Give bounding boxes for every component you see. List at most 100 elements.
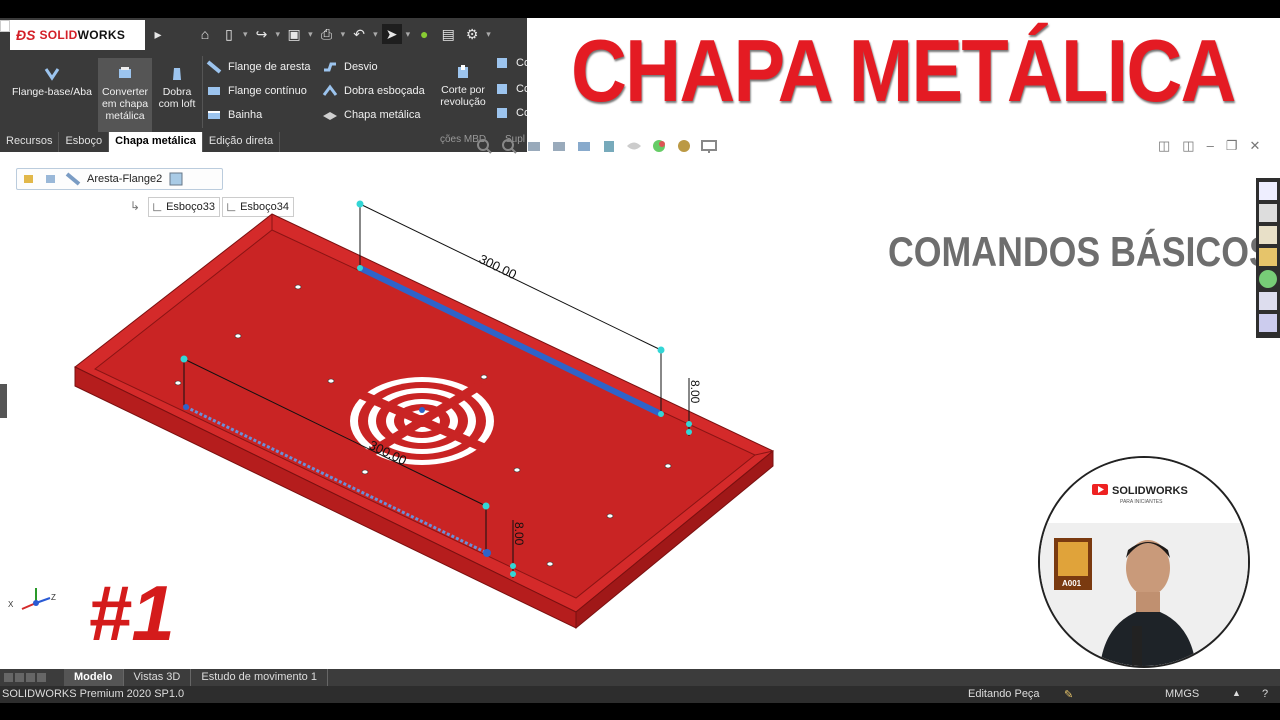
gear-icon[interactable]: ⚙ [462, 24, 482, 44]
lofted-bend-label-1: Dobra [162, 86, 192, 98]
sheet-metal-icon [323, 112, 337, 120]
tab-vistas-3d[interactable]: Vistas 3D [124, 669, 192, 686]
microphone-icon [1132, 626, 1142, 666]
dim-top-height[interactable]: 8.00 [688, 380, 702, 404]
edge-flange-button[interactable]: Flange de aresta [206, 60, 311, 74]
resources-home-icon[interactable] [1259, 182, 1277, 200]
logo-text-a: SOLID [39, 28, 78, 42]
convert-label-2: em chapa [101, 98, 149, 110]
bottom-black-strip [0, 703, 1280, 720]
status-mode: Editando Peça [968, 688, 1040, 700]
miter-flange-button[interactable]: Flange contínuo [206, 84, 307, 98]
episode-number: #1 [88, 569, 175, 657]
base-flange-button[interactable]: Flange-base/Aba [8, 66, 96, 98]
save-icon[interactable]: ▣ [284, 24, 304, 44]
revolved-cut-icon [458, 65, 468, 78]
custom-properties-icon[interactable] [1259, 292, 1277, 310]
logo-text-b: WORKS [77, 28, 126, 42]
select-arrow-icon[interactable]: ➤ [381, 24, 402, 44]
lofted-bend-button[interactable]: Dobra com loft [154, 66, 200, 110]
sketched-bend-icon [322, 84, 338, 96]
units-dropdown-icon[interactable]: ▲ [1232, 688, 1241, 698]
ribbon-divider [202, 56, 203, 128]
channel-name: SOLIDWORKS [1112, 485, 1188, 497]
sketched-bend-button[interactable]: Dobra esboçada [322, 84, 425, 98]
design-library-icon[interactable] [1259, 204, 1277, 222]
corner-icon-2 [497, 84, 507, 94]
top-black-strip [0, 0, 1280, 18]
expand-menu-icon[interactable]: ▸ [148, 22, 168, 46]
coordinate-triad: X Z [8, 588, 56, 610]
traffic-light-icon[interactable]: ● [414, 24, 434, 44]
edge-flange-label: Flange de aresta [228, 61, 311, 73]
tab-chapa-metalica[interactable]: Chapa metálica [109, 132, 203, 152]
hem-icon [208, 111, 220, 119]
convert-label-1: Converter [101, 86, 149, 98]
edge-flange-icon [206, 60, 222, 74]
revolved-cut-label-1: Corte por [441, 84, 485, 96]
help-icon[interactable]: ? [1262, 688, 1268, 700]
tab-esboco[interactable]: Esboço [59, 132, 110, 152]
video-title: CHAPA METÁLICA [571, 21, 1236, 120]
partial-tool-2[interactable]: Co [494, 82, 530, 96]
base-flange-icon [44, 68, 60, 81]
new-document-icon[interactable]: ▯ [219, 24, 239, 44]
bottom-tab-bar: Modelo Vistas 3D Estudo de movimento 1 [0, 669, 1280, 686]
revolved-cut-button[interactable]: Corte por revolução [436, 64, 490, 108]
tab-estudo-movimento[interactable]: Estudo de movimento 1 [191, 669, 328, 686]
feature-manager-collapse-tab[interactable] [0, 384, 7, 418]
file-explorer-icon[interactable] [1259, 226, 1277, 244]
home-icon[interactable]: ⌂ [195, 24, 215, 44]
miter-flange-icon [208, 87, 220, 95]
window-restore-icon[interactable] [0, 20, 10, 32]
channel-tagline: PARA INICIANTES [1120, 499, 1163, 505]
status-bar: SOLIDWORKS Premium 2020 SP1.0 Editando P… [0, 686, 1280, 703]
quick-access-toolbar: ⌂ ▯ ▾ ↪ ▾ ▣ ▾ ⎙ ▾ ↶ ▾ ➤ ▾ ● ▤ ⚙ ▾ [195, 22, 491, 46]
corner-icon-3 [497, 108, 507, 118]
tab-recursos[interactable]: Recursos [0, 132, 60, 152]
view-palette-icon[interactable] [1259, 248, 1277, 266]
triad-x-label: X [8, 600, 14, 609]
partial-tool-1[interactable]: Co [494, 56, 530, 70]
jog-icon [324, 62, 336, 72]
tab-edicao-direta[interactable]: Edição direta [203, 132, 281, 152]
file-properties-icon[interactable]: ▤ [438, 24, 458, 44]
status-units[interactable]: MMGS [1165, 688, 1199, 700]
triad-z-label: Z [51, 593, 56, 602]
open-icon[interactable]: ↪ [252, 24, 272, 44]
task-pane-tabs [1256, 178, 1280, 338]
sheet-metal-label: Chapa metálica [344, 109, 421, 121]
convert-sheet-metal-button[interactable]: Converter em chapa metálica [98, 58, 152, 136]
presenter-avatar: SOLIDWORKS PARA INICIANTES A001 [1038, 456, 1250, 668]
print-icon[interactable]: ⎙ [317, 24, 337, 44]
hem-label: Bainha [228, 109, 263, 121]
appearances-icon[interactable] [1259, 270, 1277, 288]
ds-logo-icon: ƉS [16, 27, 36, 43]
corner-icon [497, 58, 507, 68]
jog-button[interactable]: Desvio [322, 60, 378, 74]
undo-icon[interactable]: ↶ [349, 24, 369, 44]
tab-modelo[interactable]: Modelo [64, 669, 124, 686]
presenter-photo: SOLIDWORKS PARA INICIANTES A001 [1040, 458, 1248, 666]
dim-top-length[interactable]: 300.00 [477, 251, 519, 282]
rebuild-icon[interactable]: ✎ [1064, 688, 1073, 701]
hem-button[interactable]: Bainha [206, 108, 262, 122]
lofted-bend-icon [173, 68, 181, 80]
jog-label: Desvio [344, 61, 378, 73]
forum-icon[interactable] [1259, 314, 1277, 332]
lofted-bend-label-2: com loft [158, 98, 196, 110]
title-banner: CHAPA METÁLICA [527, 18, 1280, 130]
solidworks-logo[interactable]: ƉS SOLIDWORKS [10, 20, 145, 50]
partial-tool-3[interactable]: Co [494, 106, 530, 120]
base-flange-label: Flange-base/Aba [12, 86, 92, 98]
miter-flange-label: Flange contínuo [228, 85, 307, 97]
poster-text: A001 [1062, 579, 1082, 588]
sheet-metal-button[interactable]: Chapa metálica [322, 108, 420, 122]
sketched-bend-label: Dobra esboçada [344, 85, 425, 97]
tab-scroll-buttons[interactable] [0, 669, 64, 686]
sheet-metal-part[interactable]: 300.00 300.00 8.00 8.00 [74, 200, 774, 630]
status-product: SOLIDWORKS Premium 2020 SP1.0 [2, 688, 185, 700]
convert-sheet-icon [119, 67, 131, 78]
revolved-cut-label-2: revolução [440, 96, 486, 108]
dim-front-height[interactable]: 8.00 [512, 522, 526, 546]
